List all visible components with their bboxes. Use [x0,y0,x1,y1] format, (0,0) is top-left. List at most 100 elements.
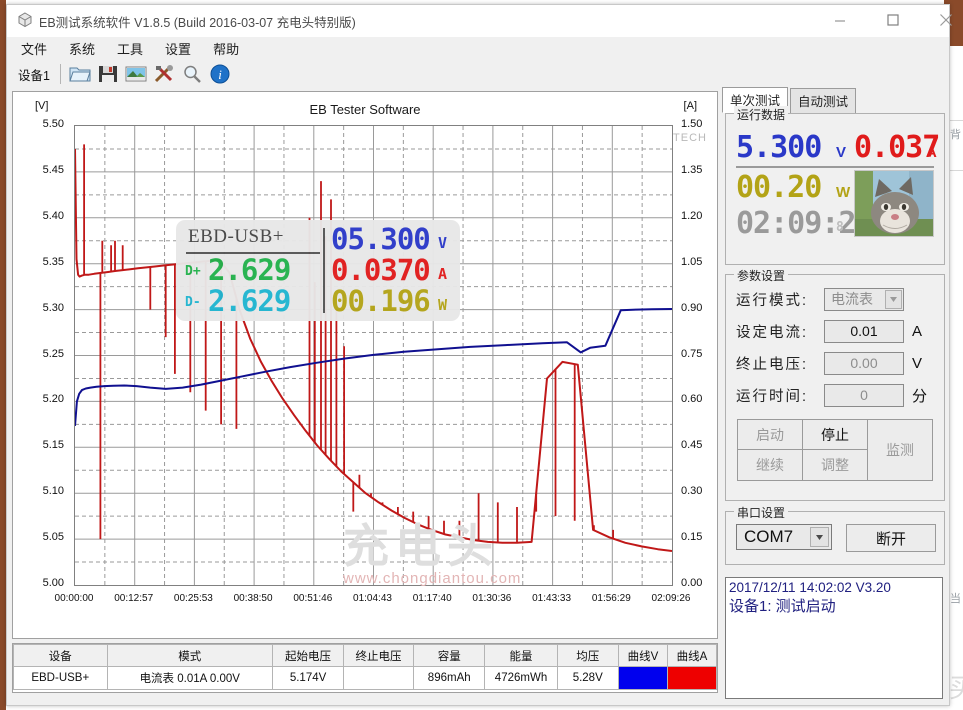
close-button[interactable] [923,5,963,35]
run-elapsed-seconds: 8 [836,220,844,235]
y-tick-left-5: 5.25 [42,347,64,360]
chevron-down-icon[interactable] [810,527,829,547]
input-stop-voltage-value: 0.00 [850,355,878,371]
y-tick-right-7: 0.45 [681,439,703,452]
magnifier-icon[interactable] [178,61,206,87]
tab-auto-test[interactable]: 自动测试 [790,88,857,113]
parameter-settings-title: 参数设置 [734,267,789,284]
svg-text:i: i [218,67,222,82]
stop-button[interactable]: 停止 [802,419,868,451]
menu-item-tools[interactable]: 工具 [115,38,145,59]
y-tick-right-6: 0.60 [681,393,703,406]
menu-item-settings[interactable]: 设置 [163,38,193,59]
bg-rule-2 [950,170,963,171]
meter-voltage-unit: V [438,234,448,252]
meter-dplus-value: 2.629 [208,253,291,287]
image-export-icon[interactable] [122,61,150,87]
chongdiantou-url-watermark: www.chongdiantou.com [343,570,522,587]
adjust-button[interactable]: 调整 [802,449,868,481]
combo-serial-port[interactable]: COM7 [736,524,832,550]
log-textbox[interactable]: 2017/12/11 14:02:02 V3.20 设备1: 测试启动 [725,577,943,699]
combo-serial-port-value: COM7 [744,527,794,546]
cell-stop-voltage [343,666,414,690]
y-tick-left-7: 5.15 [42,439,64,452]
maximize-button[interactable] [870,5,916,35]
y-tick-right-3: 1.05 [681,255,703,268]
x-tick-9: 01:56:29 [591,593,631,604]
cell-mode: 电流表 0.01A 0.00V [106,666,273,690]
disconnect-button[interactable]: 断开 [846,524,936,552]
cell-capacity: 896mAh [412,666,486,690]
y-tick-left-6: 5.20 [42,393,64,406]
parameter-settings-group: 参数设置 运行模式: 电流表 设定电流: 0.01 A 终止电压: 0.00 V… [725,267,945,501]
y-tick-right-1: 1.35 [681,163,703,176]
start-button[interactable]: 启动 [737,419,803,451]
floppy-save-icon[interactable] [94,61,122,87]
meter-device-name: EBD-USB+ [188,226,285,247]
cell-curve-v-swatch[interactable] [617,666,668,690]
folder-open-icon[interactable] [66,61,94,87]
bg-side-text-1: 背 [950,129,961,141]
run-data-divider [736,166,934,168]
input-set-current-value: 0.01 [850,323,878,339]
y-tick-left-1: 5.45 [42,163,64,176]
meter-current-unit: A [438,265,448,283]
continue-button[interactable]: 继续 [737,449,803,481]
toolbar-device-tab[interactable]: 设备1 [15,63,55,86]
meter-divider [323,228,325,313]
label-run-time: 运行时间: [736,388,809,405]
x-tick-4: 00:51:46 [293,593,333,604]
cell-curve-a-swatch[interactable] [666,666,718,690]
x-tick-2: 00:25:53 [173,593,213,604]
input-stop-voltage[interactable]: 0.00 [824,351,904,375]
th-capacity: 容量 [412,644,486,667]
y-tick-left-0: 5.50 [42,118,64,130]
minimize-button[interactable] [817,5,863,35]
y-tick-left-4: 5.30 [42,301,64,314]
menu-item-help[interactable]: 帮助 [211,38,241,59]
th-start-voltage: 起始电压 [271,644,345,667]
x-tick-1: 00:12:57 [114,593,154,604]
y-tick-left-2: 5.40 [42,209,64,222]
th-energy: 能量 [484,644,558,667]
window-title: EB测试系统软件 V1.8.5 (Build 2016-03-07 充电头特别版… [39,16,356,30]
label-run-mode: 运行模式: [736,292,809,309]
y-tick-right-2: 1.20 [681,209,703,222]
input-run-time[interactable]: 0 [824,383,904,407]
menu-item-system[interactable]: 系统 [67,38,97,59]
y-tick-right-10: 0.00 [681,577,703,589]
param-row-run-mode: 运行模式: 电流表 [736,285,904,313]
x-tick-0: 00:00:00 [54,593,94,604]
th-mode: 模式 [106,644,273,667]
run-voltage-value: 5.300 [736,130,822,165]
run-voltage-unit: V [836,144,847,161]
th-curve-a: 曲线A [666,644,718,667]
y-tick-right-8: 0.30 [681,485,703,498]
run-power-value: 00.20 [736,170,822,205]
content-area: EB Tester Software [V] [A] ZKETECH 5.50 5… [7,87,949,705]
param-row-set-current: 设定电流: 0.01 A [736,317,922,345]
input-set-current[interactable]: 0.01 [824,319,904,343]
tools-icon[interactable] [150,61,178,87]
y-tick-left-10: 5.00 [42,577,64,589]
y-tick-right-5: 0.75 [681,347,703,360]
cell-energy: 4726mWh [484,666,558,690]
summary-table: 设备 模式 起始电压 终止电压 容量 能量 均压 曲线V 曲线A EBD-USB… [12,643,718,693]
table-row[interactable]: EBD-USB+ 电流表 0.01A 0.00V 5.174V 896mAh 4… [13,666,718,690]
cell-start-voltage: 5.174V [271,666,345,690]
log-line-1: 2017/12/11 14:02:02 V3.20 [729,580,891,595]
serial-settings-group: 串口设置 COM7 断开 [725,504,945,565]
summary-table-grid: 设备 模式 起始电压 终止电压 容量 能量 均压 曲线V 曲线A EBD-USB… [13,644,718,690]
bg-rule-1 [950,120,963,121]
meter-dplus-label: D+ [185,264,201,279]
unit-stop-voltage: V [912,354,923,372]
toolbar-separator [59,64,61,84]
info-icon[interactable]: i [206,61,234,87]
app-window: EB测试系统软件 V1.8.5 (Build 2016-03-07 充电头特别版… [6,4,952,706]
y-tick-left-8: 5.10 [42,485,64,498]
combo-run-mode[interactable]: 电流表 [824,287,904,311]
monitor-button[interactable]: 监测 [867,419,933,481]
menu-item-file[interactable]: 文件 [19,38,49,59]
th-stop-voltage: 终止电压 [343,644,414,667]
chevron-down-icon[interactable] [885,289,902,309]
